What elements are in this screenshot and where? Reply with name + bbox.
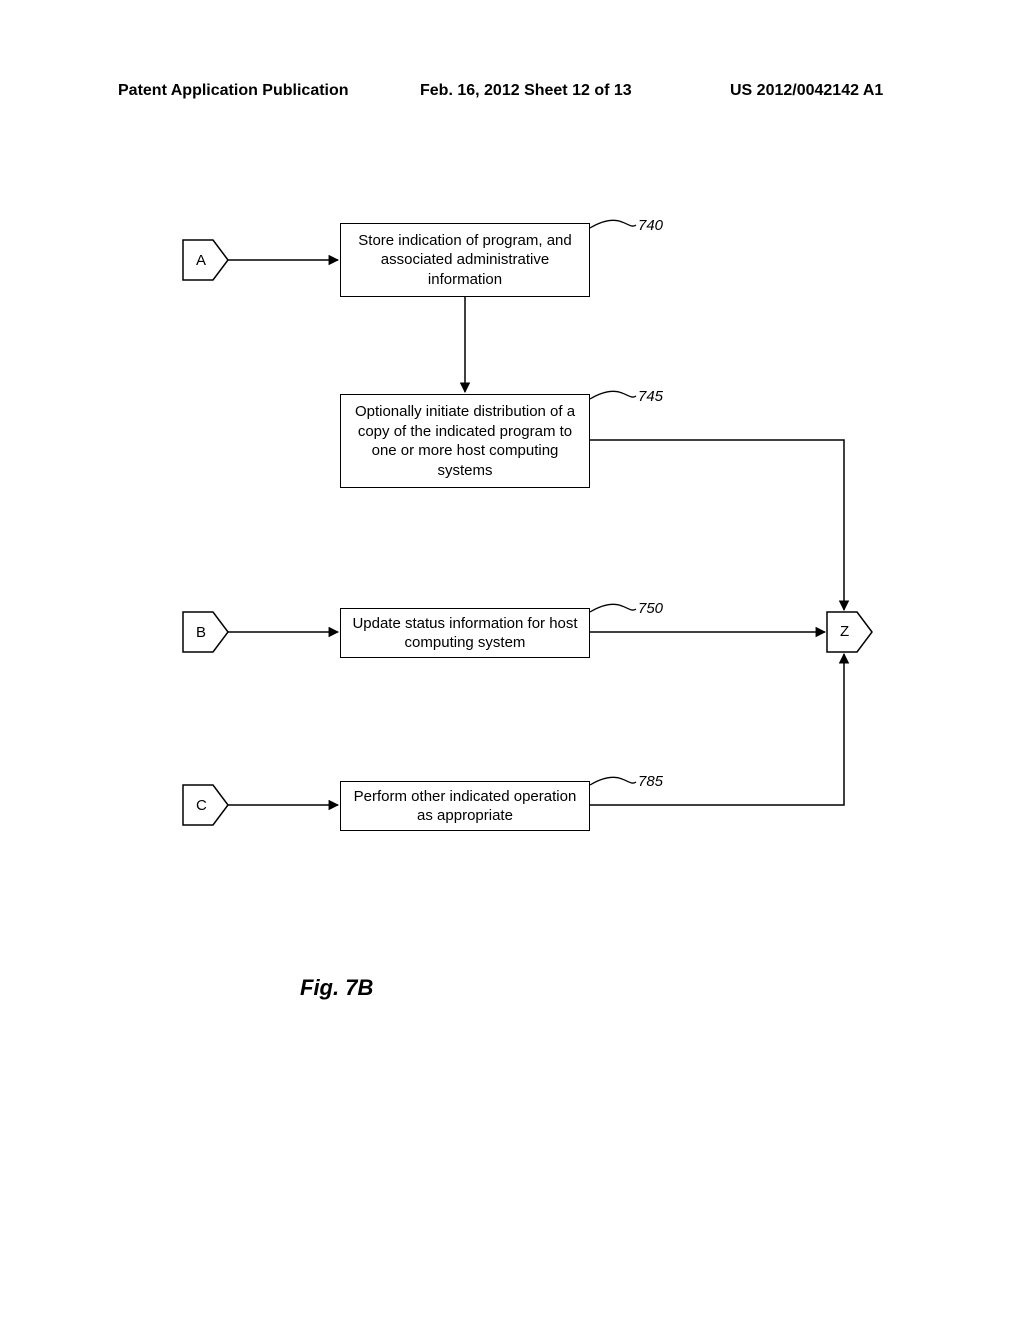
connector-z-label: Z [840,623,849,640]
box-740: Store indication of program, and associa… [340,223,590,297]
ref-785: 785 [638,773,663,790]
connector-c-label: C [196,797,207,814]
figure-label: Fig. 7B [300,975,373,1001]
header-right: US 2012/0042142 A1 [730,82,883,100]
header-center: Feb. 16, 2012 Sheet 12 of 13 [420,82,632,100]
connector-b-label: B [196,624,206,641]
ref-750: 750 [638,600,663,617]
ref-745: 745 [638,388,663,405]
box-785: Perform other indicated operation as app… [340,781,590,831]
ref-740: 740 [638,217,663,234]
box-750: Update status information for host compu… [340,608,590,658]
connector-a-label: A [196,252,206,269]
connector-z-shape [827,612,872,652]
header-left: Patent Application Publication [118,82,349,100]
page-root: Patent Application Publication Feb. 16, … [0,0,1024,1320]
diagram-lines [0,0,1024,1320]
box-745: Optionally initiate distribution of a co… [340,394,590,488]
